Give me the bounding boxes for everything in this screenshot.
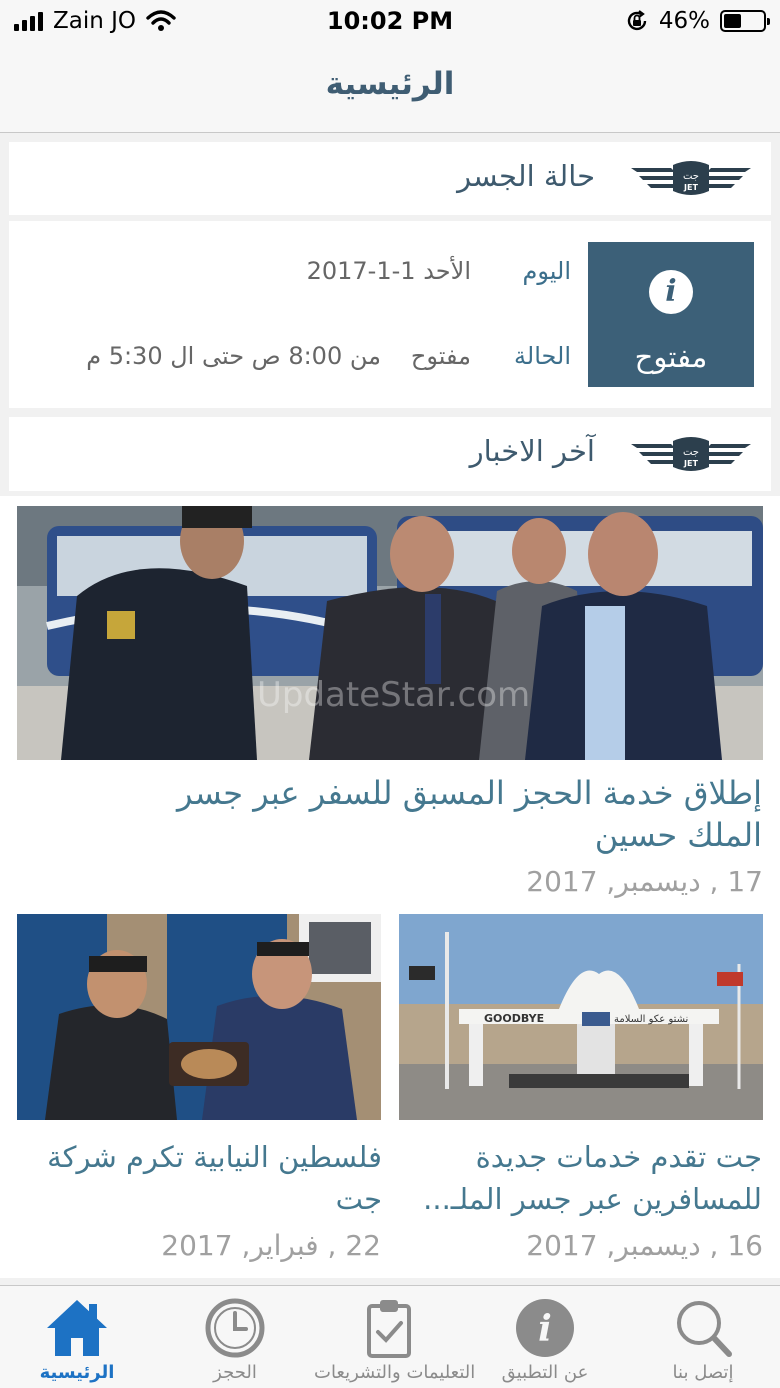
tab-label: الرئيسية xyxy=(39,1362,115,1383)
navigation-bar: الرئيسية xyxy=(0,44,780,133)
battery-percent: 46% xyxy=(658,8,710,34)
sign-text-ar: نشتو عكو السلامة xyxy=(614,1014,688,1025)
status-open-badge[interactable]: i مفتوح xyxy=(588,242,754,387)
day-label: اليوم xyxy=(522,257,571,285)
state-hours: من 8:00 ص حتى ال 5:30 م xyxy=(86,342,381,370)
orientation-lock-icon xyxy=(627,10,647,31)
news-item-title[interactable]: فلسطين النيابية تكرم شركة جت xyxy=(17,1136,382,1220)
day-value: الأحد 1-1-2017 xyxy=(306,257,471,285)
svg-text:JET: JET xyxy=(683,459,698,468)
tab-bar: الرئيسية الحجز التعليمات والتشريعات i عن… xyxy=(0,1285,780,1388)
tab-label: التعليمات والتشريعات xyxy=(314,1362,476,1383)
bridge-section-title: حالة الجسر xyxy=(457,159,595,193)
tab-about[interactable]: i عن التطبيق xyxy=(490,1286,600,1388)
news-item-date: 16 , ديسمبر, 2017 xyxy=(526,1229,763,1262)
svg-text:JET: JET xyxy=(683,183,698,192)
svg-text:i: i xyxy=(538,1308,552,1350)
news-item-title[interactable]: جت تقدم خدمات جديدة للمسافرين عبر جسر ال… xyxy=(397,1136,762,1220)
page-title: الرئيسية xyxy=(325,66,455,102)
tab-booking[interactable]: الحجز xyxy=(180,1286,290,1388)
featured-news-date: 17 , ديسمبر, 2017 xyxy=(526,865,763,898)
svg-text:جت: جت xyxy=(683,447,699,458)
news-header: آخر الاخبار جت JET xyxy=(9,417,771,491)
bridge-status-header: حالة الجسر جت JET xyxy=(9,142,771,215)
featured-news-image: UpdateStar.com xyxy=(17,506,763,760)
jet-logo-icon: جت JET xyxy=(631,437,751,471)
sign-text: GOODBYE xyxy=(484,1012,544,1025)
clipboard-check-icon xyxy=(367,1300,411,1358)
status-word: مفتوح xyxy=(634,340,708,374)
news-item-image: GOODBYE نشتو عكو السلامة xyxy=(399,914,763,1120)
info-icon: i xyxy=(649,270,693,314)
info-icon: i xyxy=(516,1299,574,1357)
state-open-text: مفتوح xyxy=(410,342,471,370)
news-list: UpdateStar.com إطلاق خدمة الحجز المسبق ل… xyxy=(0,496,780,1278)
battery-icon xyxy=(720,10,770,32)
news-section-title: آخر الاخبار xyxy=(469,434,595,468)
home-icon xyxy=(47,1300,107,1356)
search-icon xyxy=(677,1301,732,1357)
tab-contact[interactable]: إتصل بنا xyxy=(648,1286,758,1388)
tab-instructions[interactable]: التعليمات والتشريعات xyxy=(314,1286,475,1388)
state-label: الحالة xyxy=(514,342,571,370)
tab-label: الحجز xyxy=(213,1362,257,1383)
tab-label: إتصل بنا xyxy=(672,1362,734,1383)
bridge-status-card: i مفتوح اليوم الأحد 1-1-2017 الحالة مفتو… xyxy=(9,221,771,408)
news-item-date: 22 , فبراير, 2017 xyxy=(161,1229,381,1262)
tab-label: عن التطبيق xyxy=(501,1362,589,1383)
tab-home[interactable]: الرئيسية xyxy=(22,1286,132,1388)
status-bar: Zain JO 10:02 PM 46% xyxy=(0,0,780,44)
news-item-image xyxy=(17,914,381,1120)
status-right: 46% xyxy=(625,8,770,34)
jet-logo-icon: جت JET xyxy=(631,161,751,195)
clock-icon xyxy=(205,1298,265,1358)
featured-news-title[interactable]: إطلاق خدمة الحجز المسبق للسفر عبر جسر ال… xyxy=(130,772,762,856)
image-watermark: UpdateStar.com xyxy=(257,675,530,715)
svg-text:جت: جت xyxy=(683,171,699,182)
